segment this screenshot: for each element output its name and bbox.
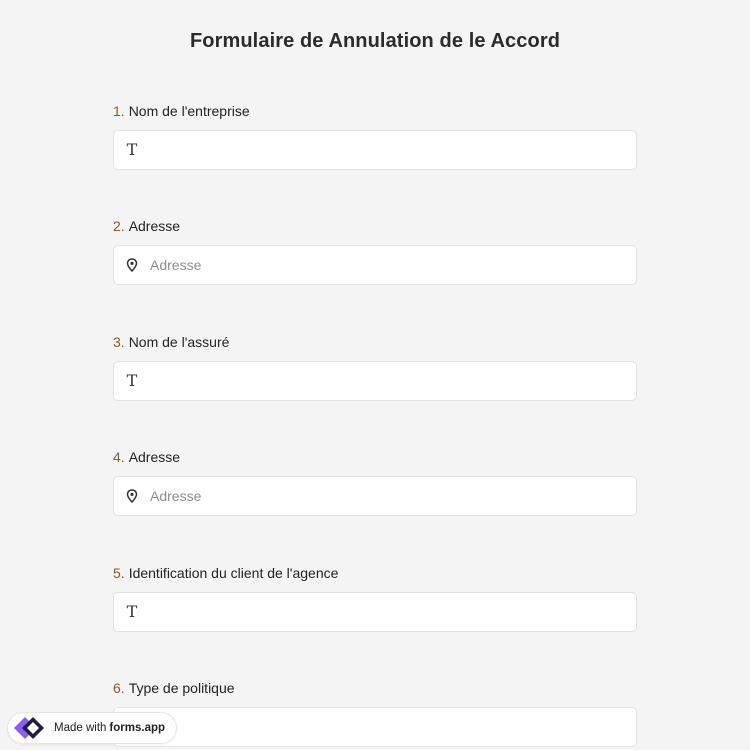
question-text: Type de politique (128, 680, 235, 696)
question-text: Nom de l'assuré (128, 334, 230, 350)
question-company-name: 1. Nom de l'entreprise T (113, 101, 637, 170)
location-pin-icon (124, 257, 140, 273)
text-icon: T (126, 602, 138, 621)
question-label: 4. Adresse (113, 447, 637, 467)
agency-client-id-field[interactable]: T (113, 592, 637, 632)
address-field[interactable] (113, 476, 637, 516)
question-label: 6. Type de politique (113, 678, 637, 698)
made-with-label: Made with (54, 722, 107, 734)
made-with-forms-app-badge[interactable]: Made with forms.app (7, 712, 178, 744)
address-field[interactable] (113, 245, 637, 285)
form-title: Formulaire de Annulation de le Accord (189, 30, 561, 52)
text-icon: T (126, 140, 138, 159)
question-text: Adresse (128, 449, 181, 465)
question-label: 2. Adresse (113, 216, 637, 236)
question-number: 4. (113, 449, 125, 465)
question-agency-client-id: 5. Identification du client de l'agence T (113, 563, 637, 632)
question-text: Adresse (128, 218, 181, 234)
insured-name-input[interactable] (150, 366, 630, 396)
question-number: 2. (113, 218, 125, 234)
address-input[interactable] (150, 481, 630, 511)
question-number: 3. (113, 334, 125, 350)
location-pin-icon (124, 488, 140, 504)
question-label: 3. Nom de l'assuré (113, 332, 637, 352)
question-text: Nom de l'entreprise (128, 103, 250, 119)
policy-type-field[interactable] (113, 707, 637, 747)
question-policy-type: 6. Type de politique (113, 678, 637, 747)
question-address-1: 2. Adresse (113, 216, 637, 285)
question-label: 1. Nom de l'entreprise (113, 101, 637, 121)
address-input[interactable] (150, 250, 630, 280)
forms-app-logo-icon (14, 717, 44, 739)
question-number: 5. (113, 565, 125, 581)
question-label: 5. Identification du client de l'agence (113, 563, 637, 583)
text-icon: T (126, 371, 138, 390)
question-number: 1. (113, 103, 125, 119)
form-page: Formulaire de Annulation de le Accord 1.… (0, 0, 750, 750)
brand-label: forms.app (109, 722, 166, 734)
question-address-2: 4. Adresse (113, 447, 637, 516)
badge-text: Made with forms.app (54, 722, 165, 734)
company-name-field[interactable]: T (113, 130, 637, 170)
question-text: Identification du client de l'agence (128, 565, 339, 581)
company-name-input[interactable] (150, 135, 630, 165)
insured-name-field[interactable]: T (113, 361, 637, 401)
agency-client-id-input[interactable] (150, 597, 630, 627)
question-number: 6. (113, 680, 125, 696)
question-insured-name: 3. Nom de l'assuré T (113, 332, 637, 401)
